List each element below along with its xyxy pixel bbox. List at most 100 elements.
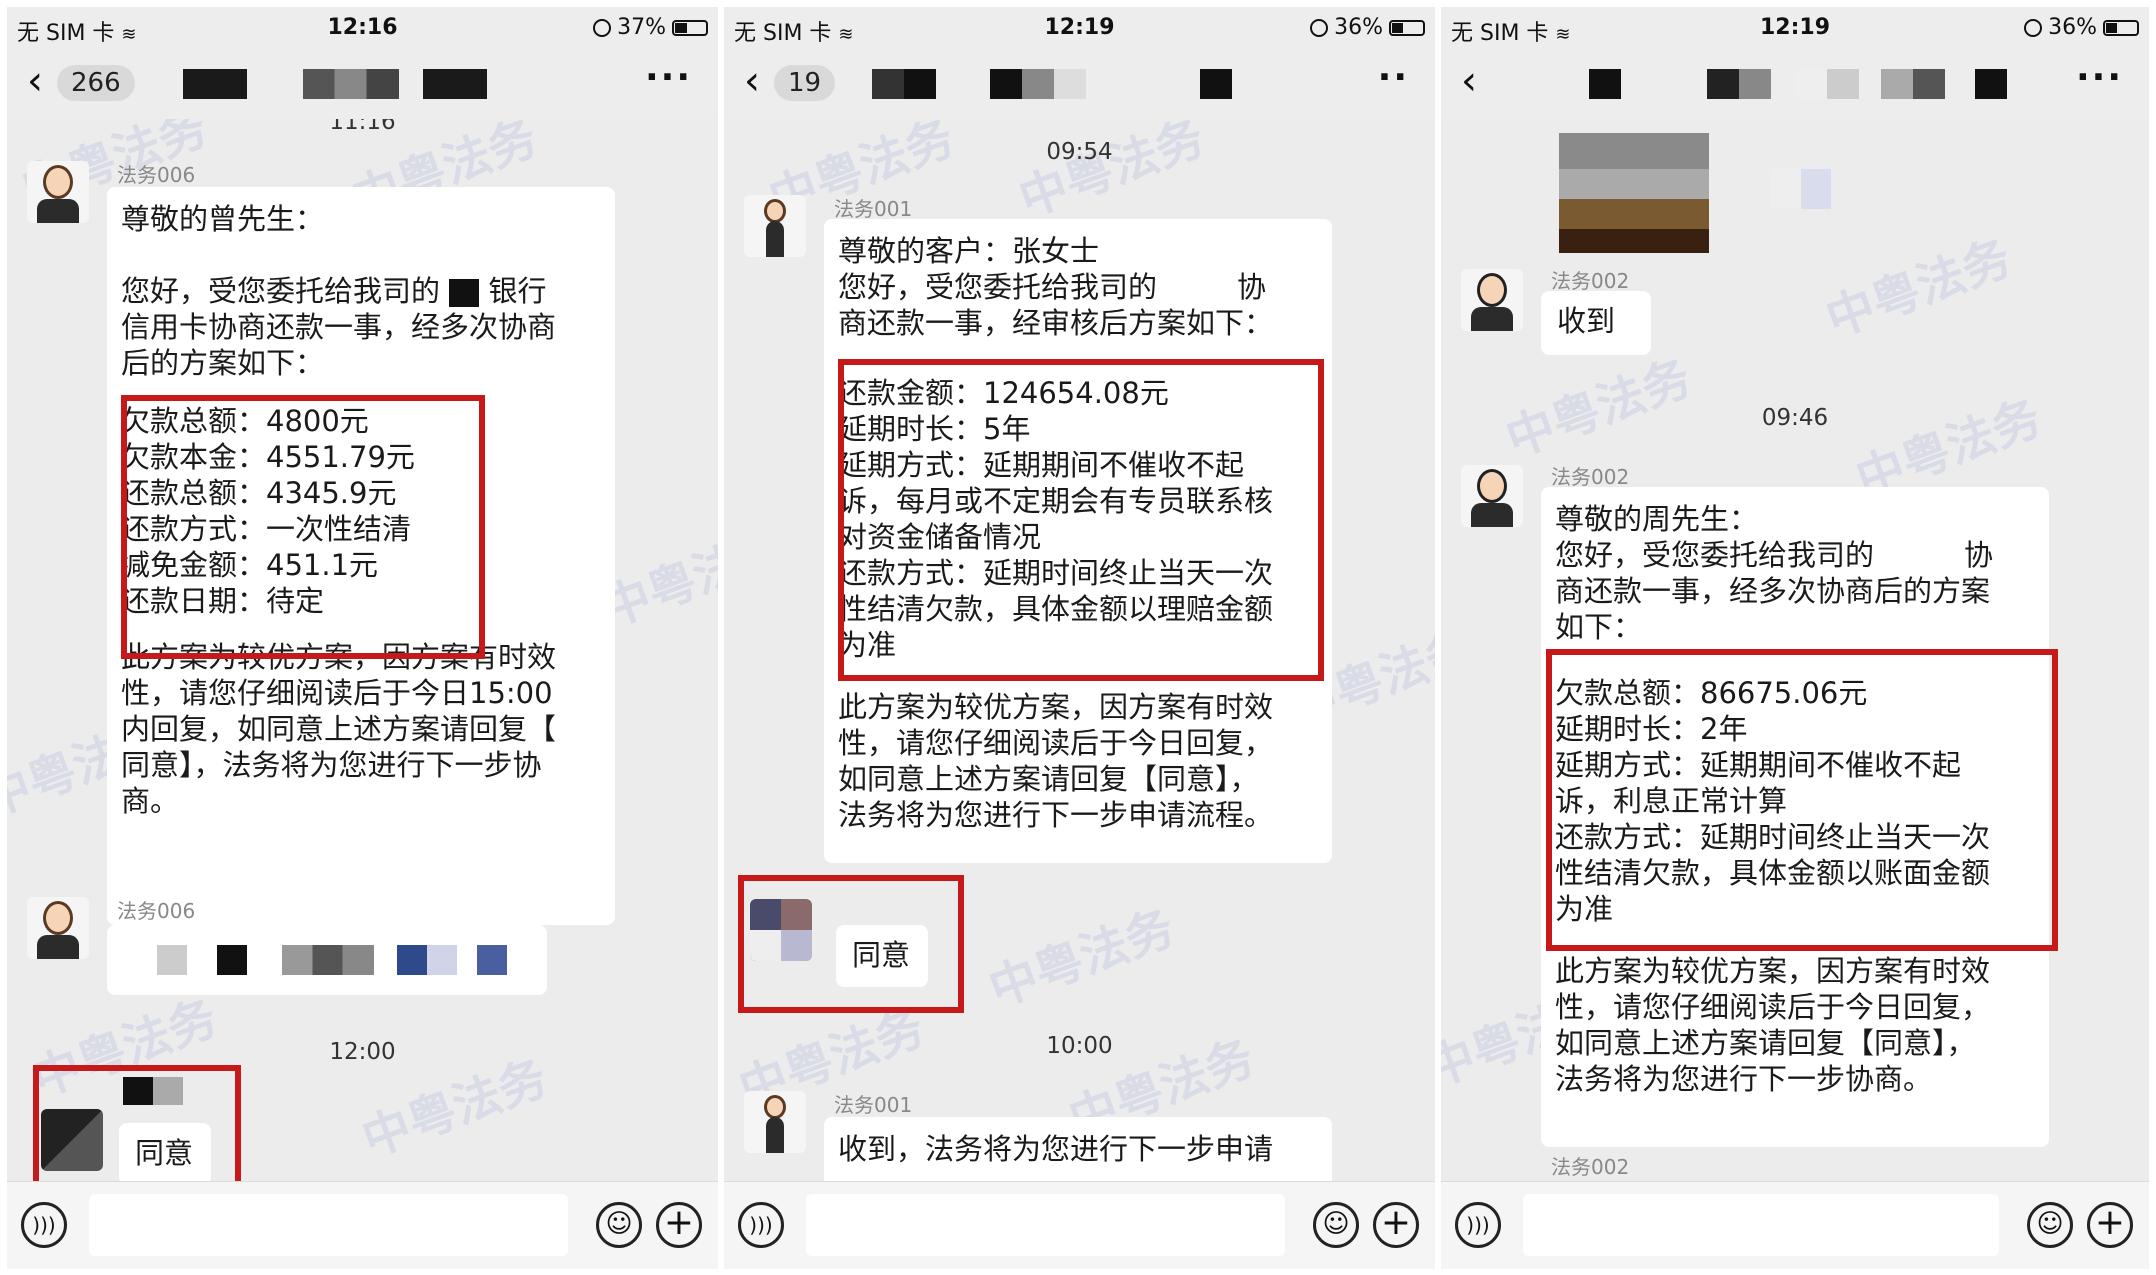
voice-icon[interactable]: ))) (1455, 1202, 1501, 1248)
battery-icon (2103, 19, 2139, 36)
sender-name: 法务002 (1551, 465, 1630, 489)
back-chevron-icon[interactable]: ‹ (1461, 61, 1477, 101)
sender-name: 法务006 (117, 163, 196, 187)
input-bar: ))) ☺ + (7, 1181, 718, 1269)
greeting-text: 尊敬的周先生： (1555, 502, 1759, 536)
intro-line: 商还款一事，经多次协商后的方案 (1555, 574, 1991, 608)
battery-indicator: 37% (593, 15, 708, 40)
highlight-box (33, 1065, 241, 1181)
plus-icon[interactable]: + (1373, 1202, 1419, 1248)
closing-line: 法务将为您进行下一步协商。 (1555, 1062, 1933, 1096)
greeting-text: 尊敬的曾先生： (121, 202, 325, 236)
lawyer-avatar[interactable] (744, 195, 806, 257)
redacted-title (183, 69, 247, 99)
intro-line: 您好，受您委托给我司的 银行 (121, 274, 547, 308)
closing-line: 商。 (121, 784, 180, 818)
chat-screen-3: 无 SIM 卡 ≋ 12:19 36% ‹ ··· 中粤法务 中粤法务 中粤法务… (1441, 7, 2149, 1269)
more-dots-icon[interactable]: ··· (645, 57, 692, 98)
message-bubble[interactable]: 收到 (1541, 291, 1651, 355)
message-input[interactable] (806, 1194, 1285, 1256)
message-timestamp: 10:00 (1046, 1033, 1113, 1059)
closing-line: 此方案为较优方案，因方案有时效 (838, 690, 1274, 724)
lawyer-avatar[interactable] (27, 897, 89, 959)
status-bar: 无 SIM 卡 ≋ 12:19 36% (724, 7, 1435, 47)
chat-nav-bar: ‹ ··· (1441, 47, 2149, 119)
greeting-text: 尊敬的客户：张女士 (838, 234, 1100, 268)
watermark: 中粤法务 (1498, 349, 1699, 468)
battery-icon (672, 19, 708, 36)
redacted-title (303, 69, 399, 99)
voice-icon[interactable]: ))) (738, 1202, 784, 1248)
redacted-message-bubble[interactable] (107, 925, 547, 995)
chat-nav-bar: ‹ 266 ··· (7, 47, 718, 119)
status-bar: 无 SIM 卡 ≋ 12:16 37% (7, 7, 718, 47)
closing-line: 性，请您仔细阅读后于今日回复， (838, 726, 1274, 760)
redacted-title (872, 69, 936, 99)
redacted-title (1200, 69, 1232, 99)
back-chevron-icon[interactable]: ‹ (744, 61, 760, 101)
intro-line: 您好，受您委托给我司的协 (838, 270, 1267, 304)
highlight-box (838, 359, 1324, 681)
redacted-title (1707, 69, 1771, 99)
redacted-title (990, 69, 1054, 99)
rotation-lock-icon (1310, 18, 1329, 37)
highlight-box (1546, 649, 2058, 951)
intro-line: 如下： (1555, 610, 1643, 644)
battery-icon (1389, 19, 1425, 36)
sender-name: 法务001 (834, 1093, 913, 1117)
closing-line: 法务将为您进行下一步申请流程。 (838, 798, 1274, 832)
blurred-image-message[interactable] (1559, 133, 1709, 253)
closing-line: 此方案为较优方案，因方案有时效 (1555, 954, 1991, 988)
lawyer-avatar[interactable] (1461, 269, 1523, 331)
highlight-box (121, 395, 485, 659)
watermark: 中粤法务 (1011, 119, 1212, 228)
closing-line: 内回复，如同意上述方案请回复【 (121, 712, 557, 746)
voice-icon[interactable]: ))) (21, 1202, 67, 1248)
message-timestamp: 09:54 (1046, 139, 1113, 165)
message-input[interactable] (1523, 1194, 1999, 1256)
closing-line: 如同意上述方案请回复【同意】， (838, 762, 1259, 796)
battery-indicator: 36% (1310, 15, 1425, 40)
emoji-icon[interactable]: ☺ (596, 1202, 642, 1248)
watermark: 中粤法务 (981, 899, 1182, 1018)
redacted-title (423, 69, 487, 99)
message-list[interactable]: 中粤法务 中粤法务 中粤法务 中粤法务 中粤法务 中粤法务 09:54 法务00… (724, 119, 1435, 1181)
sender-name: 法务006 (117, 899, 196, 923)
message-timestamp: 11:16 (329, 119, 396, 135)
message-list[interactable]: 中粤法务 中粤法务 中粤法务 中粤法务 法务002 收到 09:46 法务002… (1441, 119, 2149, 1181)
emoji-icon[interactable]: ☺ (2027, 1202, 2073, 1248)
battery-percent: 36% (1334, 15, 1383, 40)
lawyer-avatar[interactable] (1461, 465, 1523, 527)
rotation-lock-icon (2024, 18, 2043, 37)
redacted-title (1795, 69, 1859, 99)
unread-count-badge[interactable]: 266 (57, 65, 135, 101)
redacted-title (1975, 69, 2007, 99)
lawyer-avatar[interactable] (27, 161, 89, 223)
message-bubble[interactable]: 收到，法务将为您进行下一步申请 (824, 1117, 1332, 1181)
more-dots-icon[interactable]: ··· (2076, 57, 2123, 98)
sender-name: 法务002 (1551, 1155, 1630, 1179)
message-input[interactable] (89, 1194, 568, 1256)
chat-screen-2: 无 SIM 卡 ≋ 12:19 36% ‹ 19 ·· 中粤法务 中粤法务 中粤… (724, 7, 1435, 1269)
sender-name: 法务002 (1551, 269, 1630, 293)
emoji-icon[interactable]: ☺ (1313, 1202, 1359, 1248)
highlight-box (738, 875, 964, 1013)
battery-indicator: 36% (2024, 15, 2139, 40)
message-timestamp: 09:46 (1761, 405, 1829, 431)
redacted-title (1881, 69, 1945, 99)
closing-line: 性，请您仔细阅读后于今日15:00 (121, 676, 553, 710)
lawyer-avatar[interactable] (744, 1091, 806, 1153)
plus-icon[interactable]: + (2087, 1202, 2133, 1248)
battery-percent: 37% (617, 15, 666, 40)
intro-line: 商还款一事，经审核后方案如下： (838, 306, 1274, 340)
followup-text: 收到，法务将为您进行下一步申请 (838, 1132, 1274, 1166)
intro-line: 后的方案如下： (121, 346, 325, 380)
plus-icon[interactable]: + (656, 1202, 702, 1248)
more-dots-icon[interactable]: ·· (1378, 57, 1409, 98)
intro-line: 您好，受您委托给我司的协 (1555, 538, 1994, 572)
message-list[interactable]: 中粤法务 中粤法务 中粤法务 中粤法务 中粤法务 中粤法务 11:16 法务00… (7, 119, 718, 1181)
unread-count-badge[interactable]: 19 (774, 65, 836, 101)
back-chevron-icon[interactable]: ‹ (27, 61, 43, 101)
sender-name: 法务001 (834, 197, 913, 221)
message-timestamp: 12:00 (329, 1039, 396, 1065)
